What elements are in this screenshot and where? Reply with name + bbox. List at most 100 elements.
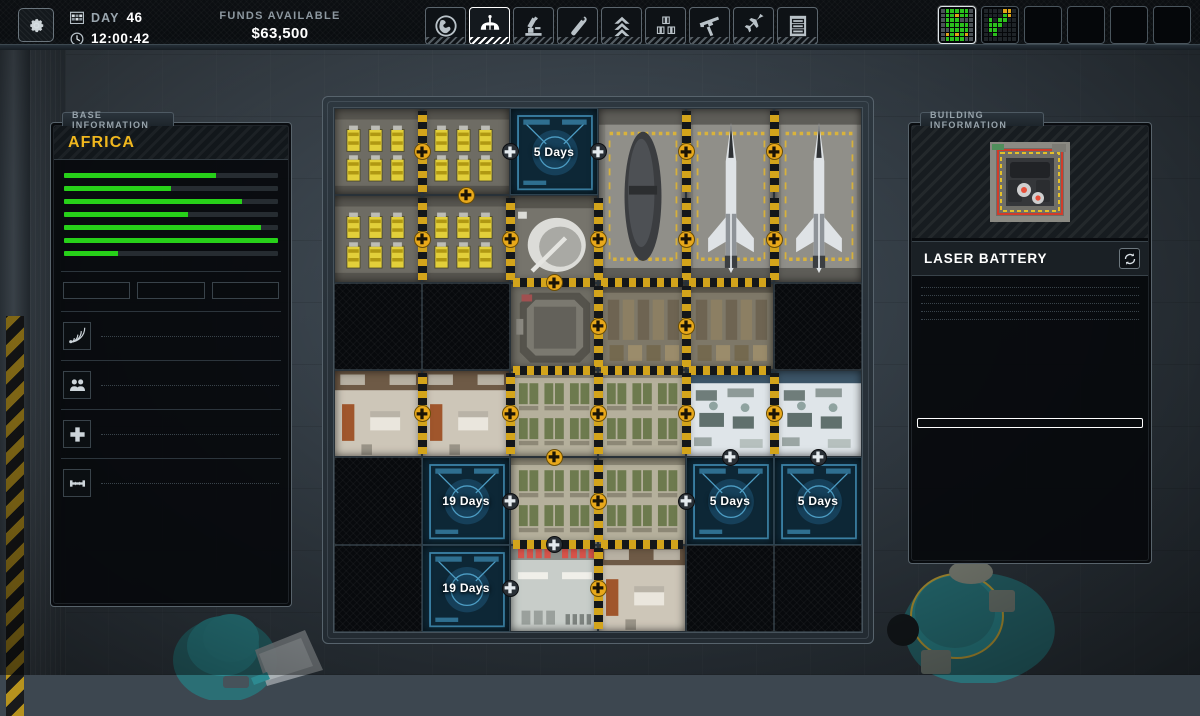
building-list-item[interactable] [917, 409, 1143, 418]
base-cell-empty[interactable] [334, 283, 422, 370]
personnel-box[interactable] [63, 282, 130, 299]
plus-connector-icon[interactable]: ✚ [502, 493, 519, 510]
plus-connector-icon[interactable]: ✚ [678, 405, 695, 422]
base-cell-living-quarters[interactable] [510, 370, 598, 457]
base-cell-empty[interactable] [774, 545, 862, 632]
plus-connector-icon[interactable]: ✚ [590, 405, 607, 422]
personnel-box[interactable] [212, 282, 279, 299]
plus-connector-icon[interactable]: ✚ [766, 405, 783, 422]
personnel-box[interactable] [137, 282, 204, 299]
plus-connector-icon[interactable]: ✚ [590, 143, 607, 160]
building-list-item[interactable] [917, 355, 1143, 364]
minimap-cell [965, 37, 969, 41]
toolbar-microscope-button[interactable] [513, 7, 554, 45]
base-cell-medical-center[interactable] [334, 370, 422, 457]
plus-connector-icon[interactable]: ✚ [590, 580, 607, 597]
plus-connector-icon[interactable]: ✚ [502, 580, 519, 597]
plus-connector-icon[interactable]: ✚ [590, 318, 607, 335]
base-cell-generator[interactable] [334, 195, 422, 282]
base-cell-hangar[interactable] [598, 108, 686, 283]
building-list-item[interactable] [917, 400, 1143, 409]
plus-connector-icon[interactable]: ✚ [502, 143, 519, 160]
base-cell-empty[interactable] [686, 545, 774, 632]
plus-connector-icon[interactable]: ✚ [502, 405, 519, 422]
minimap-cell [946, 37, 950, 41]
base-cell-construction[interactable]: 5 Days [510, 108, 598, 195]
plus-connector-icon[interactable]: ✚ [766, 231, 783, 248]
plus-connector-icon[interactable]: ✚ [722, 449, 739, 466]
toolbar-globe-button[interactable] [425, 7, 466, 45]
base-thumb-2[interactable] [981, 6, 1019, 44]
toolbar-button-stripe [778, 37, 817, 44]
plus-connector-icon[interactable]: ✚ [678, 231, 695, 248]
base-cell-generator[interactable] [422, 108, 510, 195]
base-cell-storeroom[interactable] [686, 283, 774, 370]
base-slot-empty-3[interactable] [1110, 6, 1148, 44]
base-cell-workshop[interactable] [510, 545, 598, 632]
toolbar-rifle-button[interactable] [689, 7, 730, 45]
plus-connector-icon[interactable]: ✚ [766, 143, 783, 160]
settings-button[interactable] [18, 8, 54, 42]
base-cell-construction[interactable]: 5 Days [686, 457, 774, 544]
rotate-icon [1123, 252, 1137, 266]
base-cell-construction[interactable]: 19 Days [422, 545, 510, 632]
plus-connector-icon[interactable]: ✚ [678, 318, 695, 335]
base-cell-construction[interactable]: 19 Days [422, 457, 510, 544]
base-slot-empty-1[interactable] [1024, 6, 1062, 44]
plus-connector-icon[interactable]: ✚ [414, 143, 431, 160]
plus-connector-icon[interactable]: ✚ [546, 274, 563, 291]
base-slot-empty-2[interactable] [1067, 6, 1105, 44]
building-list-item[interactable] [917, 346, 1143, 355]
base-cell-living-quarters[interactable] [510, 457, 598, 544]
base-cell-generator[interactable] [334, 108, 422, 195]
base-cell-empty[interactable] [422, 283, 510, 370]
base-slot-empty-4[interactable] [1153, 6, 1191, 44]
toolbar-rank-chevron-button[interactable] [601, 7, 642, 45]
building-list-item[interactable] [917, 373, 1143, 382]
plus-connector-icon[interactable]: ✚ [546, 536, 563, 553]
minimap-cell [998, 14, 1002, 18]
building-list-item[interactable] [917, 418, 1143, 428]
toolbar-crates-button[interactable] [645, 7, 686, 45]
toolbar-wrench-button[interactable] [557, 7, 598, 45]
building-type-list[interactable] [909, 333, 1151, 435]
base-cell-hangar[interactable] [686, 108, 774, 283]
plus-connector-icon[interactable]: ✚ [414, 405, 431, 422]
building-list-item[interactable] [917, 382, 1143, 391]
rotate-building-button[interactable] [1119, 248, 1140, 269]
base-cell-laboratory[interactable] [686, 370, 774, 457]
base-cell-access-lift[interactable] [510, 283, 598, 370]
building-list-item[interactable] [917, 391, 1143, 400]
base-cell-construction[interactable]: 5 Days [774, 457, 862, 544]
building-list-item[interactable] [917, 364, 1143, 373]
plus-connector-icon[interactable]: ✚ [810, 449, 827, 466]
base-cell-empty[interactable] [334, 545, 422, 632]
base-cell-living-quarters[interactable] [598, 370, 686, 457]
plus-connector-icon[interactable]: ✚ [414, 231, 431, 248]
plus-connector-icon[interactable]: ✚ [590, 493, 607, 510]
toolbar-jet-button[interactable] [733, 7, 774, 45]
construction-days-badge: 19 Days [423, 581, 509, 595]
plus-connector-icon[interactable]: ✚ [678, 143, 695, 160]
base-cell-laboratory[interactable] [774, 370, 862, 457]
base-cell-generator[interactable] [422, 195, 510, 282]
base-cell-radar-array[interactable] [510, 195, 598, 282]
base-cell-empty[interactable] [774, 283, 862, 370]
plus-connector-icon[interactable]: ✚ [590, 231, 607, 248]
toolbar-base-button[interactable] [469, 7, 510, 45]
base-cell-empty[interactable] [334, 457, 422, 544]
base-grid[interactable]: 5 Days19 Days5 Days5 Days19 Days✚✚✚✚✚✚✚✚… [333, 107, 863, 633]
plus-connector-icon[interactable]: ✚ [678, 493, 695, 510]
plus-connector-icon[interactable]: ✚ [458, 187, 475, 204]
minimap-cell [1012, 14, 1016, 18]
base-cell-living-quarters[interactable] [598, 457, 686, 544]
base-thumb-africa[interactable] [938, 6, 976, 44]
base-cell-medical-center[interactable] [422, 370, 510, 457]
base-cell-hangar[interactable] [774, 108, 862, 283]
building-list-item[interactable] [917, 337, 1143, 346]
base-cell-medical-center[interactable] [598, 545, 686, 632]
plus-connector-icon[interactable]: ✚ [502, 231, 519, 248]
plus-connector-icon[interactable]: ✚ [546, 449, 563, 466]
toolbar-archive-button[interactable] [777, 7, 818, 45]
base-cell-storeroom[interactable] [598, 283, 686, 370]
